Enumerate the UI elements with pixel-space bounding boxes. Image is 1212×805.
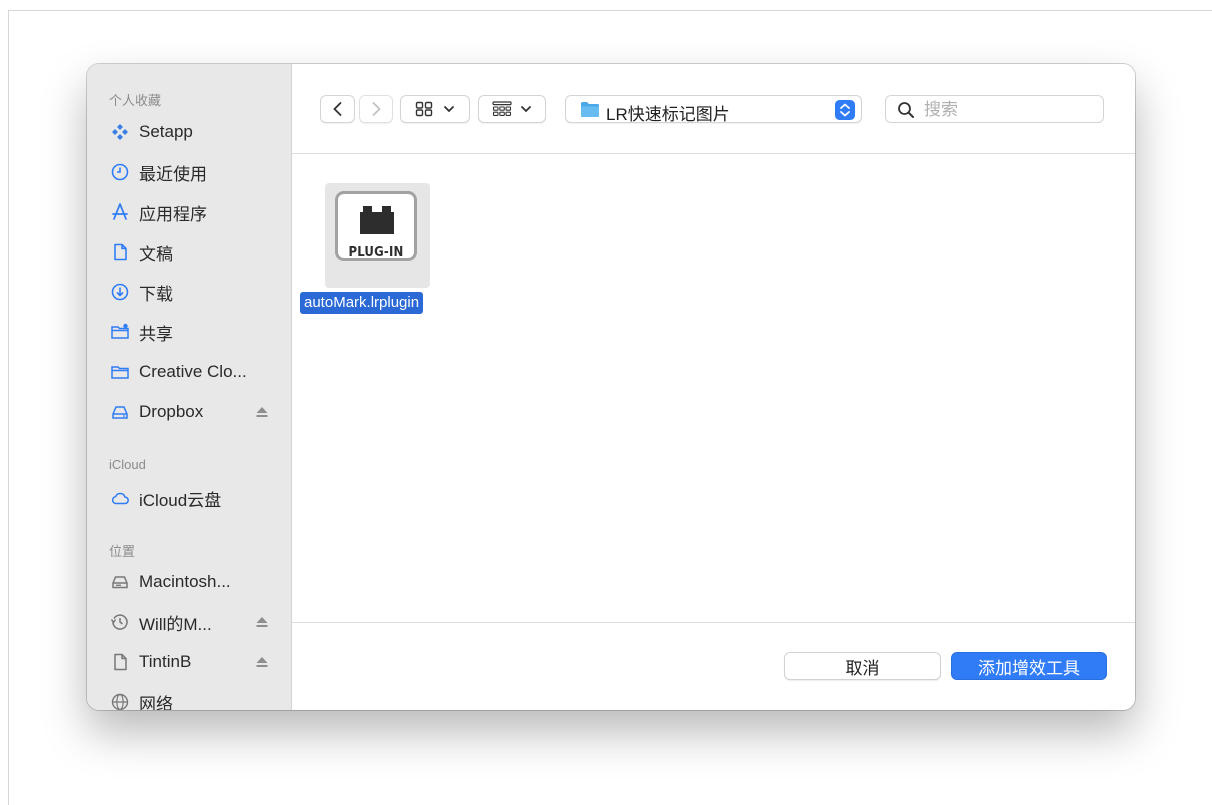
search-input[interactable]	[922, 99, 1096, 121]
sidebar-item-label: 下载	[139, 284, 173, 304]
plugin-block-icon	[360, 206, 394, 234]
sidebar-item-shared[interactable]: 共享	[109, 319, 279, 345]
clock-icon	[109, 161, 131, 183]
group-icon	[492, 101, 512, 116]
setapp-icon	[109, 121, 131, 143]
folder-icon	[109, 361, 131, 383]
sidebar-item-label: Dropbox	[139, 402, 204, 421]
plugin-icon-text: PLUG-IN	[348, 245, 404, 260]
chevron-left-icon	[332, 102, 341, 116]
shared-folder-icon	[109, 321, 131, 343]
group-by-button[interactable]	[478, 95, 546, 123]
download-icon	[109, 281, 131, 303]
sidebar-item-label: Will的M...	[139, 614, 212, 634]
main-panel: LR快速标记图片 PLUG-IN autoMark.lrplugin 取消 添加…	[292, 64, 1135, 710]
sidebar: 个人收藏 Setapp 最近使用 应用程序 文稿 下载 共享 Creative …	[87, 64, 292, 710]
forward-button[interactable]	[359, 95, 393, 123]
drive-icon	[109, 401, 131, 423]
sidebar-item-dropbox[interactable]: Dropbox	[109, 399, 279, 425]
dialog-footer: 取消 添加增效工具	[292, 622, 1135, 710]
search-field[interactable]	[885, 95, 1104, 123]
file-item-automark[interactable]: PLUG-IN	[325, 183, 430, 288]
sidebar-item-label: Macintosh...	[139, 572, 231, 591]
plugin-file-icon: PLUG-IN	[335, 191, 417, 261]
sidebar-item-time-machine[interactable]: Will的M...	[109, 609, 279, 635]
sidebar-item-macintosh[interactable]: Macintosh...	[109, 569, 279, 595]
eject-icon[interactable]	[255, 655, 269, 669]
toolbar: LR快速标记图片	[292, 64, 1135, 154]
sidebar-item-label: Setapp	[139, 122, 193, 141]
sidebar-item-label: 文稿	[139, 244, 173, 264]
current-folder-label: LR快速标记图片	[606, 105, 730, 124]
chevron-down-icon	[521, 106, 531, 113]
sidebar-section-favorites: 个人收藏	[109, 93, 162, 108]
document-icon	[109, 651, 131, 673]
add-plugin-button[interactable]: 添加增效工具	[951, 652, 1107, 680]
sidebar-item-label: 共享	[139, 324, 173, 344]
sidebar-item-documents[interactable]: 文稿	[109, 239, 279, 265]
sidebar-item-setapp[interactable]: Setapp	[109, 119, 279, 145]
sidebar-item-tintinb[interactable]: TintinB	[109, 649, 279, 675]
sidebar-item-label: 应用程序	[139, 204, 207, 224]
sidebar-item-label: TintinB	[139, 652, 192, 671]
sidebar-section-locations: 位置	[109, 544, 136, 559]
time-machine-icon	[109, 611, 131, 633]
view-mode-button[interactable]	[400, 95, 470, 123]
sidebar-item-label: 网络	[139, 694, 173, 711]
search-icon	[898, 102, 914, 118]
grid-view-icon	[415, 101, 433, 117]
sidebar-item-label: iCloud云盘	[139, 490, 222, 510]
sidebar-item-downloads[interactable]: 下载	[109, 279, 279, 305]
file-name-label[interactable]: autoMark.lrplugin	[300, 292, 424, 314]
sidebar-item-creative-cloud[interactable]: Creative Clo...	[109, 359, 279, 385]
document-icon	[109, 241, 131, 263]
sidebar-item-applications[interactable]: 应用程序	[109, 199, 279, 225]
eject-icon[interactable]	[255, 615, 269, 629]
back-button[interactable]	[320, 95, 355, 123]
applications-icon	[109, 201, 131, 223]
folder-icon	[581, 102, 599, 117]
sidebar-item-label: 最近使用	[139, 164, 207, 184]
chevron-right-icon	[372, 102, 381, 116]
sidebar-item-icloud-drive[interactable]: iCloud云盘	[109, 485, 279, 511]
chevron-down-icon	[444, 106, 454, 113]
folder-path-popup[interactable]: LR快速标记图片	[565, 95, 862, 124]
popup-stepper-icon	[835, 100, 855, 120]
sidebar-item-label: Creative Clo...	[139, 362, 247, 381]
cancel-button[interactable]: 取消	[784, 652, 941, 680]
network-icon	[109, 691, 131, 710]
cloud-icon	[109, 487, 131, 509]
sidebar-section-icloud: iCloud	[109, 457, 146, 472]
open-file-dialog: 个人收藏 Setapp 最近使用 应用程序 文稿 下载 共享 Creative …	[87, 64, 1135, 710]
file-browser: PLUG-IN autoMark.lrplugin	[292, 154, 1135, 622]
sidebar-item-network[interactable]: 网络	[109, 689, 279, 710]
disk-icon	[109, 571, 131, 593]
eject-icon[interactable]	[255, 405, 269, 419]
sidebar-item-recents[interactable]: 最近使用	[109, 159, 279, 185]
